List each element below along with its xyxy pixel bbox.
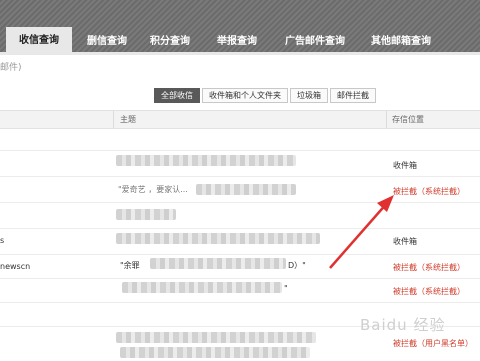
annotation-arrow-icon — [329, 195, 394, 269]
baidu-watermark: Baidu 经验 — [360, 316, 446, 334]
